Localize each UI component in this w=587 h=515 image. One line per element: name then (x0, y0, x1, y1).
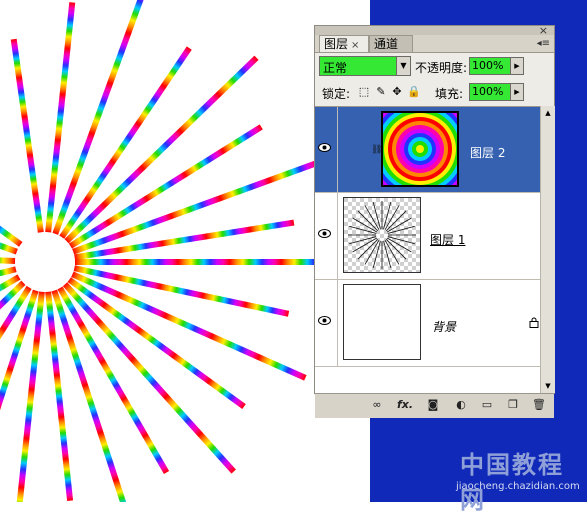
watermark-url: jiaocheng.chazidian.com (456, 481, 580, 492)
layer-thumbnail (343, 284, 421, 360)
tab-channels[interactable]: 通道 (369, 35, 413, 52)
fx-icon[interactable]: fx. (397, 398, 413, 412)
rainbow-ray (10, 38, 44, 233)
lock-fill-row: 锁定: ⬚ ✎ ✥ 🔒 填充: 100% ▶ (319, 82, 551, 104)
layer-thumbnail (368, 97, 472, 201)
close-icon[interactable]: × (539, 24, 548, 37)
opacity-slider-arrow-icon[interactable]: ▶ (510, 58, 523, 74)
panel-body: 正常 ▼ 不透明度: 100% ▶ 锁定: ⬚ ✎ ✥ 🔒 填充: 100% ▶ (315, 52, 555, 418)
eye-icon[interactable] (318, 143, 331, 152)
visibility-cell[interactable] (315, 280, 338, 366)
lock-brush-icon[interactable]: ✎ (375, 86, 387, 98)
layers-list: ⛓ 图层 2 图层 1 背景 (315, 97, 540, 394)
lock-all-icon[interactable]: 🔒 (407, 86, 421, 98)
watermark-text: 中国教程网 (460, 450, 564, 514)
visibility-cell[interactable] (315, 107, 338, 192)
adjustment-icon[interactable]: ◐ (453, 398, 469, 412)
fill-slider-arrow-icon[interactable]: ▶ (510, 84, 523, 100)
eye-icon[interactable] (318, 316, 331, 325)
visibility-cell[interactable] (315, 193, 338, 279)
chevron-down-icon[interactable]: ▼ (396, 57, 410, 75)
panel-titlebar[interactable]: × (315, 24, 554, 37)
layers-scrollbar[interactable]: ▲ ▼ (540, 106, 555, 393)
panel-menu-icon[interactable]: ◂≡ (537, 38, 550, 49)
tab-channels-label: 通道 (374, 37, 399, 51)
starburst-thumbnail (344, 198, 420, 272)
watermark: 中国教程网 jiaocheng.chazidian.com (440, 445, 587, 514)
concentric-rings-thumbnail (368, 97, 472, 201)
layer-row-layer-1[interactable]: 图层 1 (315, 193, 540, 280)
opacity-label: 不透明度: (415, 61, 468, 75)
layers-panel: × 图层 × 通道 ◂≡ 正常 ▼ 不透明度: 100% ▶ 锁定: ⬚ ✎ ✥ … (314, 24, 555, 418)
rainbow-ray (15, 291, 45, 515)
fill-value: 100% (472, 85, 504, 98)
panel-footer: ∞ fx. ◙ ◐ ▭ ❐ 🗑 (315, 393, 554, 418)
ring (416, 145, 424, 153)
tab-close-icon[interactable]: × (351, 40, 359, 51)
opacity-value: 100% (472, 59, 504, 72)
lock-transparency-icon[interactable]: ⬚ (358, 86, 370, 98)
scroll-down-icon[interactable]: ▼ (542, 380, 554, 392)
tab-layers-label: 图层 (324, 37, 349, 51)
layer-name[interactable]: 图层 2 (470, 144, 505, 161)
mask-icon[interactable]: ◙ (425, 398, 441, 412)
scroll-up-icon[interactable]: ▲ (542, 107, 554, 119)
rainbow-ray (0, 257, 16, 264)
fill-field[interactable]: 100% ▶ (469, 83, 524, 101)
lock-icon (529, 317, 539, 331)
layer-thumbnail (343, 197, 421, 273)
blend-mode-value: 正常 (323, 61, 348, 75)
group-folder-icon[interactable]: ▭ (479, 398, 495, 412)
layer-name[interactable]: 图层 1 (430, 231, 465, 248)
eye-icon[interactable] (318, 229, 331, 238)
new-layer-icon[interactable]: ❐ (505, 398, 521, 412)
rainbow-ray (0, 225, 23, 247)
layer-row-layer-2[interactable]: ⛓ 图层 2 (315, 97, 540, 201)
blend-mode-select[interactable]: 正常 ▼ (319, 56, 411, 76)
lock-label: 锁定: (322, 87, 351, 101)
lock-move-icon[interactable]: ✥ (391, 86, 403, 98)
layer-row-background[interactable]: 背景 (315, 280, 540, 367)
opacity-field[interactable]: 100% ▶ (469, 57, 524, 75)
fill-label: 填充: (435, 87, 464, 101)
tab-layers[interactable]: 图层 × (319, 35, 369, 53)
layer-name[interactable]: 背景 (432, 318, 456, 335)
trash-icon[interactable]: 🗑 (531, 398, 547, 412)
blend-opacity-row: 正常 ▼ 不透明度: 100% ▶ (319, 56, 551, 78)
link-icon[interactable]: ∞ (369, 398, 385, 412)
